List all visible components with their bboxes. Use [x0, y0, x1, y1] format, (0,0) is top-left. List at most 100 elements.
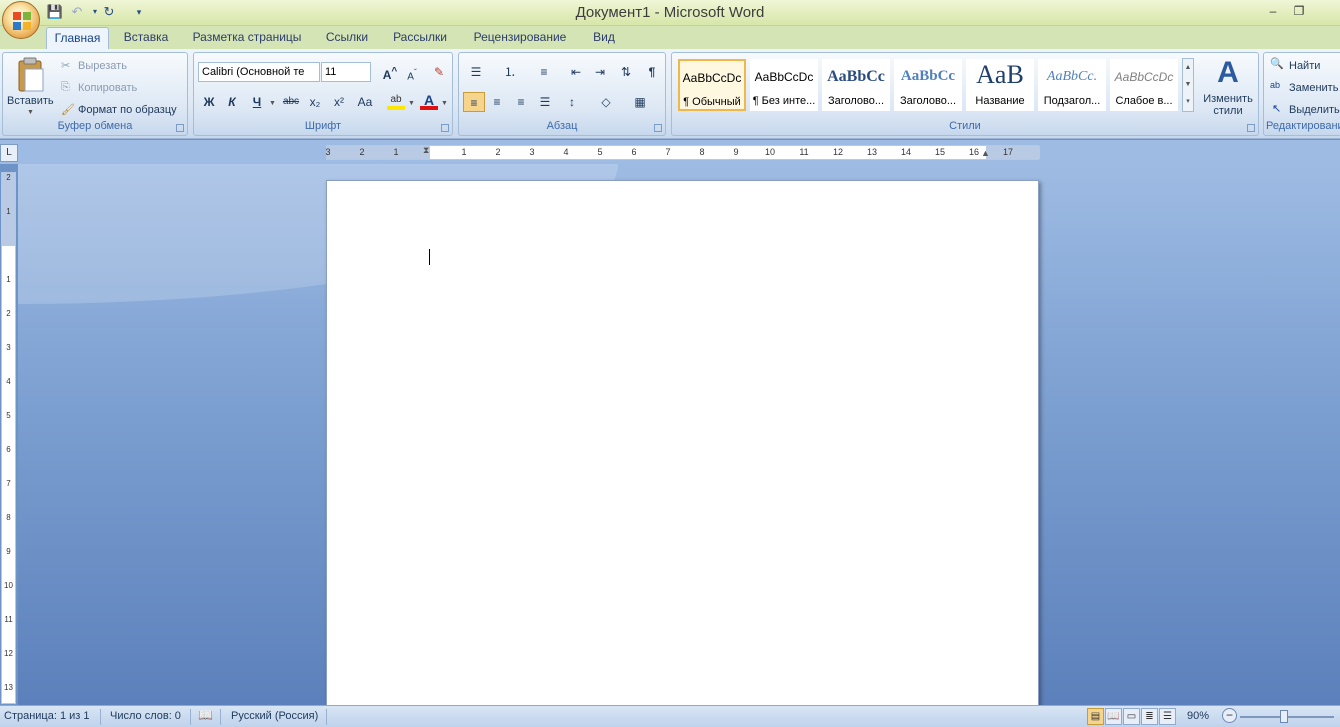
- sort-icon[interactable]: ⇅: [615, 62, 637, 82]
- increase-indent-icon[interactable]: ⇥: [589, 62, 611, 82]
- find-button[interactable]: Найти: [1289, 60, 1320, 72]
- language-status[interactable]: Русский (Россия): [231, 710, 318, 722]
- tab-references[interactable]: Ссылки: [318, 27, 376, 49]
- print-layout-view-icon[interactable]: ▤: [1087, 708, 1104, 725]
- paste-button[interactable]: Вставить: [7, 95, 54, 107]
- ruler-number: 5: [6, 411, 11, 420]
- vertical-ruler[interactable]: 2 1 1 2 3 4 5 6 7 8 9 10 11 12 13: [1, 172, 16, 704]
- minimize-icon[interactable]: ‒: [1262, 2, 1284, 20]
- right-indent-marker-icon[interactable]: ▲: [981, 148, 990, 158]
- paragraph-group-label: Абзац: [546, 120, 578, 132]
- styles-gallery-scroll[interactable]: ▲ ▼ ▾: [1182, 58, 1194, 112]
- shrink-font-icon[interactable]: Aˇ: [401, 62, 423, 82]
- undo-icon[interactable]: ↶: [68, 3, 86, 21]
- ruler-number: 6: [6, 445, 11, 454]
- tab-mailings[interactable]: Рассылки: [386, 27, 454, 49]
- select-button[interactable]: Выделить: [1289, 104, 1340, 116]
- font-color-dropdown-icon[interactable]: ▼: [441, 100, 448, 107]
- justify-icon[interactable]: ☰: [534, 92, 556, 112]
- word-count-status[interactable]: Число слов: 0: [110, 710, 181, 722]
- highlight-dropdown-icon[interactable]: ▼: [408, 100, 415, 107]
- tab-review[interactable]: Рецензирование: [464, 27, 576, 49]
- ruler-number: 8: [699, 147, 705, 157]
- restore-icon[interactable]: ❐: [1288, 2, 1310, 20]
- italic-button[interactable]: К: [221, 92, 243, 112]
- multilevel-list-icon[interactable]: ≡: [533, 62, 555, 82]
- zoom-out-icon[interactable]: −: [1222, 708, 1237, 723]
- zoom-level[interactable]: 90%: [1187, 710, 1209, 722]
- ruler-number: 10: [4, 581, 13, 590]
- customize-qat-icon[interactable]: ▾: [130, 3, 148, 21]
- draft-view-icon[interactable]: ☰: [1159, 708, 1176, 725]
- font-color-icon[interactable]: A: [420, 92, 438, 110]
- horizontal-ruler[interactable]: ⧗ ▲ 3 2 1 1 2 3 4 5 6 7 8 9 10 11 12 13 14 15 16 17: [325, 145, 1040, 160]
- underline-button[interactable]: Ч: [246, 92, 268, 112]
- page-count-status[interactable]: Страница: 1 из 1: [4, 710, 90, 722]
- bold-button[interactable]: Ж: [198, 92, 220, 112]
- office-button[interactable]: [2, 1, 40, 39]
- indent-marker-icon[interactable]: ⧗: [423, 145, 429, 156]
- grow-font-icon[interactable]: A^: [379, 62, 401, 82]
- cut-icon: ✂: [61, 60, 71, 72]
- zoom-slider-thumb[interactable]: [1280, 710, 1288, 723]
- underline-dropdown-icon[interactable]: ▼: [269, 100, 276, 107]
- strikethrough-button[interactable]: abc: [280, 92, 302, 112]
- tab-selector-icon[interactable]: L: [0, 144, 18, 162]
- bullets-icon[interactable]: ☰: [465, 62, 487, 82]
- cut-button[interactable]: Вырезать: [78, 60, 127, 72]
- decrease-indent-icon[interactable]: ⇤: [565, 62, 587, 82]
- replace-icon: ab: [1270, 80, 1281, 90]
- subscript-button[interactable]: x₂: [304, 92, 326, 112]
- left-margin-area: [327, 146, 430, 159]
- save-icon[interactable]: 💾: [46, 3, 64, 21]
- align-left-icon[interactable]: ≡: [463, 92, 485, 112]
- status-separator: [190, 709, 191, 725]
- copy-button[interactable]: Копировать: [78, 82, 137, 94]
- outline-view-icon[interactable]: ≣: [1141, 708, 1158, 725]
- superscript-button[interactable]: x²: [328, 92, 350, 112]
- align-right-icon[interactable]: ≡: [510, 92, 532, 112]
- paste-icon: [13, 57, 47, 95]
- numbering-icon[interactable]: ⒈: [499, 62, 521, 82]
- clear-formatting-icon[interactable]: ✎: [428, 62, 450, 82]
- paste-dropdown-icon[interactable]: ▼: [27, 109, 34, 116]
- tab-page-layout[interactable]: Разметка страницы: [184, 27, 310, 49]
- editing-group: 🔍 Найти ab Заменить ↖ Выделить Редактиро…: [1263, 52, 1340, 136]
- style-heading1[interactable]: AaBbCc Заголово...: [822, 59, 890, 111]
- ruler-number: 1: [393, 147, 399, 157]
- line-spacing-icon[interactable]: ↕: [561, 92, 583, 112]
- style-heading2[interactable]: AaBbCc Заголово...: [894, 59, 962, 111]
- ruler-number: 11: [799, 147, 809, 157]
- highlight-icon[interactable]: ab: [387, 94, 405, 110]
- style-normal[interactable]: AaBbCcDc ¶ Обычный: [678, 59, 746, 111]
- proofing-icon[interactable]: 📖: [198, 708, 213, 722]
- ruler-number: 6: [631, 147, 637, 157]
- font-launcher-icon[interactable]: [441, 124, 449, 132]
- font-size-combo[interactable]: 11: [321, 62, 371, 82]
- full-screen-reading-view-icon[interactable]: 📖: [1105, 708, 1122, 725]
- format-painter-button[interactable]: Формат по образцу: [78, 104, 177, 116]
- change-case-button[interactable]: Aa: [354, 92, 376, 112]
- font-name-combo[interactable]: Calibri (Основной те: [198, 62, 320, 82]
- tab-view[interactable]: Вид: [586, 27, 622, 49]
- paragraph-launcher-icon[interactable]: [654, 124, 662, 132]
- tab-home[interactable]: Главная: [46, 27, 109, 49]
- borders-icon[interactable]: ▦: [629, 92, 651, 112]
- ruler-number: 1: [6, 207, 11, 216]
- web-layout-view-icon[interactable]: ▭: [1123, 708, 1140, 725]
- document-page[interactable]: [326, 180, 1039, 710]
- show-marks-icon[interactable]: ¶: [641, 62, 663, 82]
- styles-launcher-icon[interactable]: [1247, 124, 1255, 132]
- ruler-number: 2: [6, 173, 11, 182]
- style-subtle-emphasis[interactable]: AaBbCcDc Слабое в...: [1110, 59, 1178, 111]
- clipboard-launcher-icon[interactable]: [176, 124, 184, 132]
- style-no-spacing[interactable]: AaBbCcDc ¶ Без инте...: [750, 59, 818, 111]
- tab-insert[interactable]: Вставка: [116, 27, 176, 49]
- style-subtitle[interactable]: AaBbCc. Подзагол...: [1038, 59, 1106, 111]
- style-title[interactable]: AaB Название: [966, 59, 1034, 111]
- redo-icon[interactable]: ↻: [100, 3, 118, 21]
- align-center-icon[interactable]: ≡: [486, 92, 508, 112]
- shading-icon[interactable]: ◇: [595, 92, 617, 112]
- replace-button[interactable]: Заменить: [1289, 82, 1338, 94]
- change-styles-button[interactable]: Изменить стили: [1202, 93, 1254, 117]
